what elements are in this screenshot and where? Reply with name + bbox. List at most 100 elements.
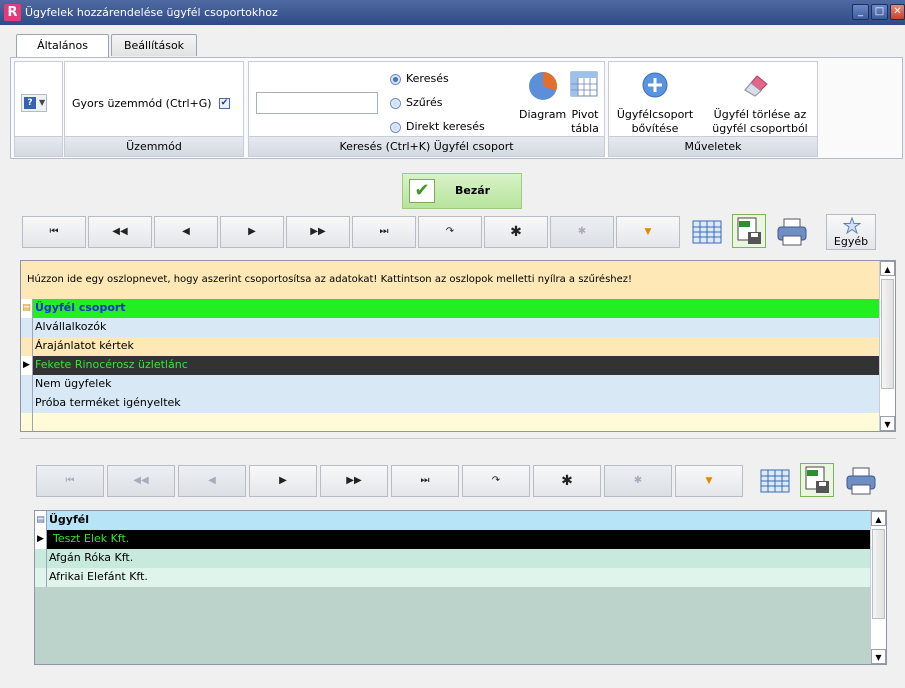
cancel-edit-button[interactable]: ✱ bbox=[550, 216, 614, 248]
table-row[interactable]: Afrikai Elefánt Kft. bbox=[35, 568, 872, 587]
radio-szures[interactable] bbox=[390, 98, 401, 109]
prev-record-button[interactable]: ◀ bbox=[178, 465, 246, 497]
radio-direkt-kereses[interactable] bbox=[390, 122, 401, 133]
prev-record-button[interactable]: ◀ bbox=[154, 216, 218, 248]
export-xls-button[interactable] bbox=[800, 463, 834, 497]
new-record-button[interactable]: ✱ bbox=[533, 465, 601, 497]
radio-szures-label: Szűrés bbox=[406, 96, 443, 109]
export-xls-button[interactable] bbox=[732, 214, 766, 248]
last-record-button[interactable]: ⏭ bbox=[352, 216, 416, 248]
filter-button[interactable]: ▼ bbox=[675, 465, 743, 497]
column-header-ugyfel[interactable]: ▤ Ügyfél bbox=[35, 511, 872, 530]
table-row-selected[interactable]: ▶ Fekete Rinocérosz üzletlánc bbox=[21, 356, 881, 375]
next-page-button[interactable]: ▶▶ bbox=[286, 216, 350, 248]
prev-page-button[interactable]: ◀◀ bbox=[88, 216, 152, 248]
print-button[interactable] bbox=[844, 464, 878, 498]
cell-group-name: Fekete Rinocérosz üzletlánc bbox=[35, 358, 188, 371]
grid-view-button[interactable] bbox=[690, 215, 724, 249]
diagram-button[interactable]: Diagram bbox=[519, 67, 566, 133]
pivot-table-button[interactable]: Pivot tábla bbox=[567, 67, 601, 137]
table-row[interactable]: Alvállalkozók bbox=[21, 318, 881, 337]
refresh-button[interactable]: ↷ bbox=[418, 216, 482, 248]
table-row[interactable]: Afgán Róka Kft. bbox=[35, 549, 872, 568]
muveletek-group: Ügyfélcsoport bővítése Ügyfél törlése az… bbox=[608, 61, 818, 157]
checkmark-icon: ✔ bbox=[409, 179, 435, 203]
printer-icon bbox=[846, 467, 876, 495]
add-icon bbox=[642, 72, 668, 98]
cell-group-name: Alvállalkozók bbox=[35, 320, 107, 333]
scroll-thumb[interactable] bbox=[872, 529, 885, 619]
current-row-indicator-icon: ▶ bbox=[21, 356, 33, 375]
table-row[interactable]: Árajánlatot kértek bbox=[21, 337, 881, 356]
scroll-up-icon[interactable]: ▲ bbox=[880, 261, 895, 276]
pivot-table-icon bbox=[570, 71, 598, 97]
cell-group-name: Árajánlatot kértek bbox=[35, 339, 134, 352]
delete-label-1: Ügyfél törlése az bbox=[713, 108, 807, 121]
print-button[interactable] bbox=[775, 215, 809, 249]
window-title: Ügyfelek hozzárendelése ügyfél csoportok… bbox=[25, 6, 278, 19]
prev-page-button[interactable]: ◀◀ bbox=[107, 465, 175, 497]
help-group-label bbox=[15, 136, 62, 156]
bezar-button[interactable]: ✔ Bezár bbox=[402, 173, 522, 209]
group-by-panel: Húzzon ide egy oszlopnevet, hogy aszerin… bbox=[21, 261, 881, 299]
cancel-edit-button[interactable]: ✱ bbox=[604, 465, 672, 497]
search-input[interactable] bbox=[256, 92, 378, 114]
tab-beallitasok[interactable]: Beállítások bbox=[111, 34, 197, 56]
group-grid: Húzzon ide egy oszlopnevet, hogy aszerin… bbox=[20, 260, 896, 432]
table-row[interactable]: Próba terméket igényeltek bbox=[21, 394, 881, 413]
pie-chart-icon bbox=[529, 72, 557, 100]
star-icon bbox=[843, 217, 861, 234]
pivot-label-2: tábla bbox=[571, 122, 599, 135]
radio-kereses-label: Keresés bbox=[406, 72, 449, 85]
maximize-button[interactable]: □ bbox=[871, 4, 888, 20]
cell-client-name: Afgán Róka Kft. bbox=[49, 551, 134, 564]
refresh-button[interactable]: ↷ bbox=[462, 465, 530, 497]
more-button[interactable]: Egyéb bbox=[826, 214, 876, 250]
next-record-button[interactable]: ▶ bbox=[249, 465, 317, 497]
minimize-button[interactable]: _ bbox=[852, 4, 869, 20]
cell-client-name: Afrikai Elefánt Kft. bbox=[49, 570, 148, 583]
cell-client-name: Teszt Elek Kft. bbox=[53, 532, 130, 545]
pivot-label-1: Pivot bbox=[571, 108, 599, 121]
next-record-button[interactable]: ▶ bbox=[220, 216, 284, 248]
title-bar: R Ügyfelek hozzárendelése ügyfél csoport… bbox=[0, 0, 905, 25]
bottom-navigator: ⏮ ◀◀ ◀ ▶ ▶▶ ⏭ ↷ ✱ ✱ ▼ bbox=[36, 465, 746, 497]
xls-save-icon bbox=[805, 466, 829, 493]
chevron-down-icon: ▼ bbox=[39, 98, 46, 107]
first-record-button[interactable]: ⏮ bbox=[22, 216, 86, 248]
splitter[interactable] bbox=[20, 438, 896, 441]
next-page-button[interactable]: ▶▶ bbox=[320, 465, 388, 497]
more-label: Egyéb bbox=[833, 235, 869, 248]
help-dropdown[interactable]: ? ▼ bbox=[21, 94, 47, 112]
scroll-down-icon[interactable]: ▼ bbox=[871, 649, 886, 664]
column-header-ugyfel-csoport[interactable]: ▤ Ügyfél csoport bbox=[21, 299, 881, 318]
table-row-selected[interactable]: ▶ Teszt Elek Kft. bbox=[35, 530, 872, 549]
tab-altalanos[interactable]: Általános bbox=[16, 34, 109, 57]
radio-direkt-kereses-label: Direkt keresés bbox=[406, 120, 485, 133]
ribbon: ? ▼ Gyors üzemmód (Ctrl+G) ✔ Üzemmód Ker… bbox=[10, 57, 903, 159]
fast-mode-label: Gyors üzemmód (Ctrl+G) bbox=[72, 97, 212, 110]
table-row[interactable]: Nem ügyfelek bbox=[21, 375, 881, 394]
uzemmod-group: Gyors üzemmód (Ctrl+G) ✔ Üzemmód bbox=[64, 61, 244, 157]
delete-from-group-button[interactable]: Ügyfél törlése az ügyfél csoportból bbox=[705, 68, 815, 135]
client-grid-scrollbar[interactable]: ▲ ▼ bbox=[870, 511, 886, 664]
last-record-button[interactable]: ⏭ bbox=[391, 465, 459, 497]
group-grid-scrollbar[interactable]: ▲ ▼ bbox=[879, 261, 895, 431]
close-window-button[interactable]: ✕ bbox=[890, 4, 905, 20]
new-row[interactable] bbox=[21, 413, 881, 431]
column-chooser-icon[interactable]: ▤ bbox=[35, 511, 47, 530]
first-record-button[interactable]: ⏮ bbox=[36, 465, 104, 497]
scroll-down-icon[interactable]: ▼ bbox=[880, 416, 895, 431]
radio-kereses[interactable] bbox=[390, 74, 401, 85]
new-record-button[interactable]: ✱ bbox=[484, 216, 548, 248]
scroll-up-icon[interactable]: ▲ bbox=[871, 511, 886, 526]
add-group-label-1: Ügyfélcsoport bbox=[616, 108, 694, 121]
printer-icon bbox=[777, 218, 807, 246]
add-group-button[interactable]: Ügyfélcsoport bővítése bbox=[613, 68, 697, 135]
client-grid: ▤ Ügyfél ▶ Teszt Elek Kft. Afgán Róka Kf… bbox=[34, 510, 887, 665]
filter-button[interactable]: ▼ bbox=[616, 216, 680, 248]
fast-mode-checkbox[interactable]: ✔ bbox=[219, 98, 230, 109]
scroll-thumb[interactable] bbox=[881, 279, 894, 389]
grid-view-button[interactable] bbox=[758, 464, 792, 498]
column-chooser-icon[interactable]: ▤ bbox=[21, 299, 33, 318]
